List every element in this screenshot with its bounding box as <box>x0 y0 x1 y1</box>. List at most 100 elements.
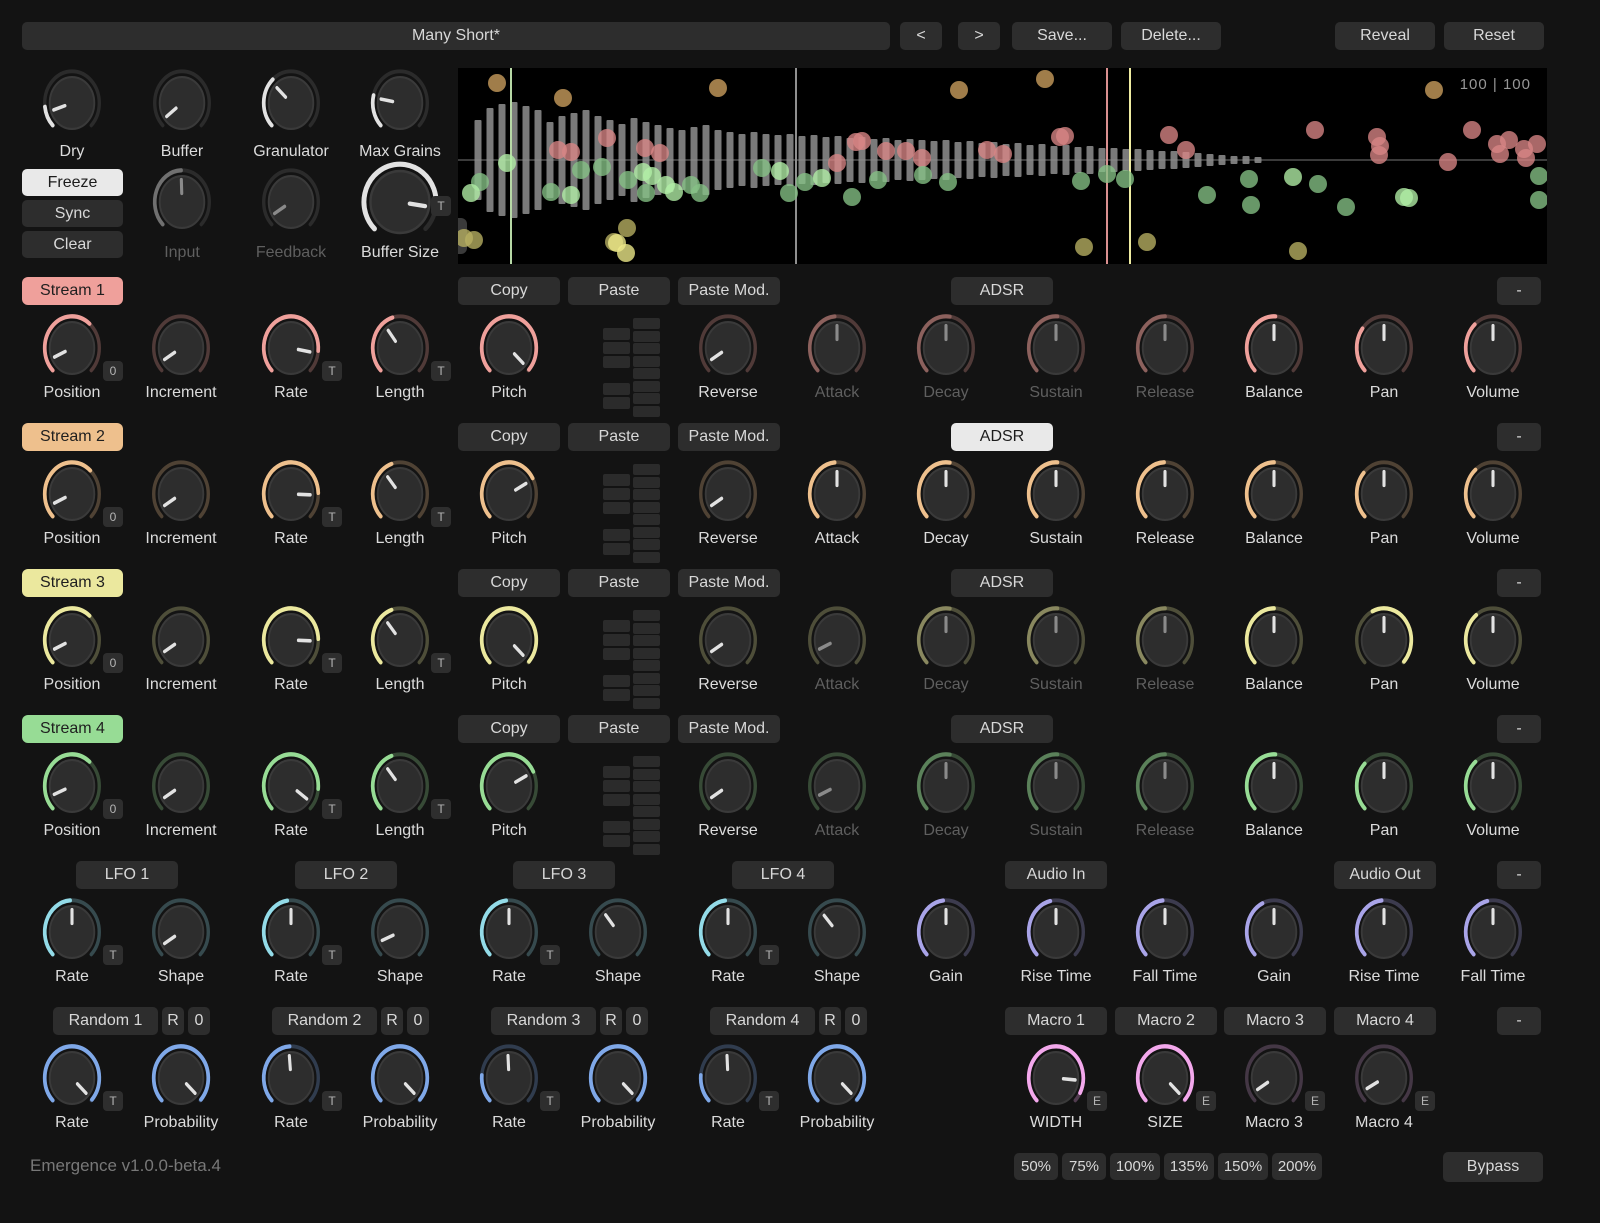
size-knob[interactable] <box>1134 1042 1196 1114</box>
length-knob[interactable] <box>369 458 431 530</box>
rate-knob[interactable] <box>478 896 540 968</box>
position-knob[interactable] <box>41 604 103 676</box>
rate-knob[interactable] <box>260 896 322 968</box>
fall-time-knob[interactable] <box>1134 896 1196 968</box>
sustain-knob[interactable] <box>1025 604 1087 676</box>
rate-t-badge[interactable]: T <box>322 507 342 527</box>
random-4-r-button[interactable]: R <box>819 1007 841 1035</box>
rate-knob[interactable] <box>260 750 322 822</box>
stream2-adsr-button[interactable]: ADSR <box>951 423 1053 451</box>
attack-knob[interactable] <box>806 312 868 384</box>
buffer-knob[interactable] <box>151 67 213 139</box>
stream4-paste-button[interactable]: Paste <box>568 715 670 743</box>
balance-knob[interactable] <box>1243 312 1305 384</box>
pitch-step-cell[interactable] <box>603 488 630 500</box>
sustain-knob[interactable] <box>1025 750 1087 822</box>
pitch-step-cell[interactable] <box>633 635 660 646</box>
pitch-step-cell[interactable] <box>633 756 660 767</box>
zoom-50-button[interactable]: 50% <box>1014 1153 1058 1180</box>
release-knob[interactable] <box>1134 604 1196 676</box>
zoom-150-button[interactable]: 150% <box>1218 1153 1268 1180</box>
audio-out-button[interactable]: Audio Out <box>1334 861 1436 889</box>
stream1-copy-button[interactable]: Copy <box>458 277 560 305</box>
decay-knob[interactable] <box>915 458 977 530</box>
rate-t-badge[interactable]: T <box>540 1091 560 1111</box>
pitch-step-cell[interactable] <box>633 781 660 792</box>
stream2-copy-button[interactable]: Copy <box>458 423 560 451</box>
pan-knob[interactable] <box>1353 750 1415 822</box>
stream3-paste-mod-button[interactable]: Paste Mod. <box>678 569 780 597</box>
sustain-knob[interactable] <box>1025 458 1087 530</box>
balance-knob[interactable] <box>1243 750 1305 822</box>
rate-t-badge[interactable]: T <box>759 1091 779 1111</box>
pitch-step-cell[interactable] <box>633 806 660 817</box>
pan-knob[interactable] <box>1353 604 1415 676</box>
waveform-display[interactable]: 100 | 100 <box>458 68 1547 264</box>
random-3-button[interactable]: Random 3 <box>491 1007 596 1035</box>
release-knob[interactable] <box>1134 750 1196 822</box>
macro-1-button[interactable]: Macro 1 <box>1005 1007 1107 1035</box>
input-knob[interactable] <box>151 166 213 238</box>
stream-badge-3[interactable]: Stream 3 <box>22 569 123 597</box>
pitch-step-cell[interactable] <box>633 610 660 621</box>
rise-time-knob[interactable] <box>1353 896 1415 968</box>
pitch-step-cell[interactable] <box>633 623 660 634</box>
stream2-collapse-button[interactable]: - <box>1497 423 1541 451</box>
buffer-size-t-badge[interactable]: T <box>431 196 451 216</box>
random-1-button[interactable]: Random 1 <box>53 1007 158 1035</box>
pitch-step-cell[interactable] <box>603 383 630 395</box>
decay-knob[interactable] <box>915 604 977 676</box>
increment-knob[interactable] <box>150 604 212 676</box>
pitch-step-cell[interactable] <box>603 794 630 806</box>
increment-knob[interactable] <box>150 458 212 530</box>
pitch-step-cell[interactable] <box>603 821 630 833</box>
rate-knob[interactable] <box>260 458 322 530</box>
pitch-step-cell[interactable] <box>633 831 660 842</box>
stream3-adsr-button[interactable]: ADSR <box>951 569 1053 597</box>
rate-knob[interactable] <box>260 1042 322 1114</box>
pitch-step-cell[interactable] <box>633 343 660 354</box>
rate-t-badge[interactable]: T <box>103 945 123 965</box>
stream1-paste-button[interactable]: Paste <box>568 277 670 305</box>
fall-time-knob[interactable] <box>1462 896 1524 968</box>
macro-4-e-badge[interactable]: E <box>1415 1091 1435 1111</box>
pitch-step-cell[interactable] <box>633 794 660 805</box>
zoom-200-button[interactable]: 200% <box>1272 1153 1322 1180</box>
gain-knob[interactable] <box>915 896 977 968</box>
pitch-step-cell[interactable] <box>603 328 630 340</box>
prev-button[interactable]: < <box>900 22 942 50</box>
pitch-step-cell[interactable] <box>633 406 660 417</box>
position-knob[interactable] <box>41 458 103 530</box>
rate-t-badge[interactable]: T <box>322 945 342 965</box>
decay-knob[interactable] <box>915 312 977 384</box>
probability-knob[interactable] <box>587 1042 649 1114</box>
pitch-step-cell[interactable] <box>633 502 660 513</box>
stream3-collapse-button[interactable]: - <box>1497 569 1541 597</box>
pitch-step-cell[interactable] <box>633 673 660 684</box>
stream4-paste-mod-button[interactable]: Paste Mod. <box>678 715 780 743</box>
size-e-badge[interactable]: E <box>1196 1091 1216 1111</box>
lfo-4-button[interactable]: LFO 4 <box>732 861 834 889</box>
attack-knob[interactable] <box>806 750 868 822</box>
reverse-knob[interactable] <box>697 750 759 822</box>
zoom-75-button[interactable]: 75% <box>1062 1153 1106 1180</box>
pitch-step-cell[interactable] <box>633 660 660 671</box>
rate-t-badge[interactable]: T <box>322 1091 342 1111</box>
macro-2-button[interactable]: Macro 2 <box>1115 1007 1217 1035</box>
lfo-2-button[interactable]: LFO 2 <box>295 861 397 889</box>
reverse-knob[interactable] <box>697 458 759 530</box>
pitch-knob[interactable] <box>478 604 540 676</box>
pan-knob[interactable] <box>1353 312 1415 384</box>
reverse-knob[interactable] <box>697 604 759 676</box>
feedback-knob[interactable] <box>260 166 322 238</box>
stream2-paste-mod-button[interactable]: Paste Mod. <box>678 423 780 451</box>
pitch-step-cell[interactable] <box>633 819 660 830</box>
pitch-step-cell[interactable] <box>633 698 660 709</box>
position-0-badge[interactable]: 0 <box>103 653 123 673</box>
release-knob[interactable] <box>1134 312 1196 384</box>
rate-knob[interactable] <box>697 896 759 968</box>
sustain-knob[interactable] <box>1025 312 1087 384</box>
rate-knob[interactable] <box>697 1042 759 1114</box>
pitch-step-cell[interactable] <box>633 381 660 392</box>
stream2-paste-button[interactable]: Paste <box>568 423 670 451</box>
